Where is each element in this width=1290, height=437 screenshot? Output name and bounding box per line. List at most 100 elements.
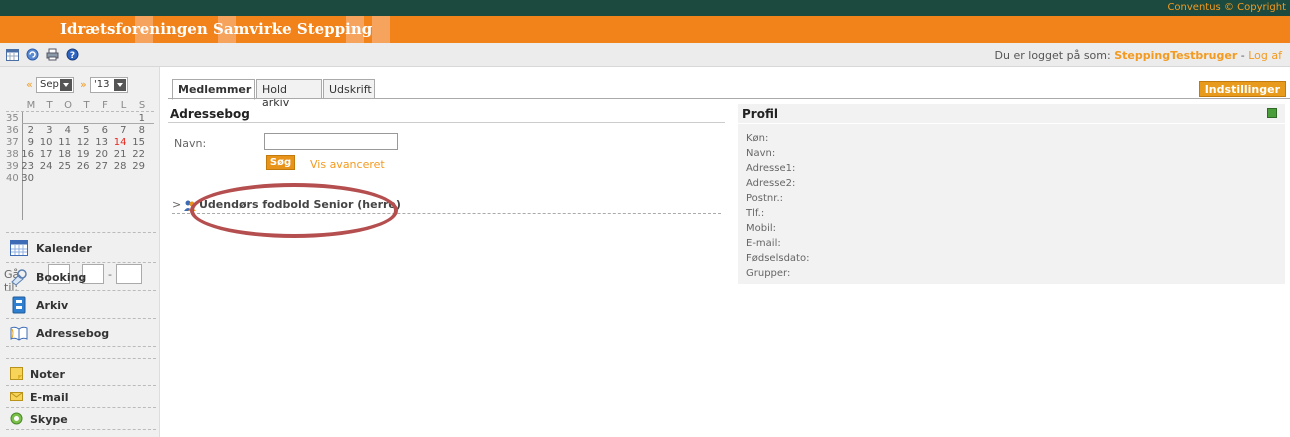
week-number: 40	[6, 173, 19, 184]
profile-field-phone: Tlf.:	[746, 208, 765, 219]
nav-item-booking[interactable]: Booking	[0, 264, 160, 290]
calendar-day[interactable]: 18	[57, 149, 71, 160]
profile-field-birthdate: Fødselsdato:	[746, 253, 810, 264]
month-select-value: Sep	[40, 79, 59, 90]
name-search-input[interactable]	[264, 133, 398, 150]
print-icon[interactable]	[46, 48, 59, 61]
week-number: 37	[6, 137, 19, 148]
calendar-day[interactable]: 13	[94, 137, 108, 148]
profile-field-address2: Adresse2:	[746, 178, 796, 189]
calendar-day[interactable]: 23	[20, 161, 34, 172]
calendar-day[interactable]: 14	[113, 137, 127, 148]
calendar-day[interactable]: 28	[113, 161, 127, 172]
show-advanced-link[interactable]: Vis avanceret	[310, 158, 385, 171]
month-select[interactable]: Sep	[36, 77, 74, 93]
settings-button[interactable]: Indstillinger	[1198, 81, 1286, 97]
nav-item-label: Noter	[30, 368, 65, 381]
divider	[6, 358, 156, 359]
svg-text:?: ?	[70, 51, 75, 61]
booking-icon	[11, 269, 27, 286]
tab-medlemmer[interactable]: Medlemmer	[172, 79, 255, 100]
prev-month-arrow[interactable]: «	[26, 78, 33, 91]
tab-underline	[168, 98, 1290, 99]
divider	[6, 429, 156, 430]
profile-status-icon[interactable]	[1267, 108, 1277, 118]
chevron-down-icon	[60, 79, 72, 91]
nav-item-arkiv[interactable]: Arkiv	[0, 292, 160, 318]
profile-field-postcode: Postnr.:	[746, 193, 784, 204]
search-button[interactable]: Søg	[266, 155, 295, 170]
calendar-day[interactable]: 4	[57, 125, 71, 136]
nav-item-label: Kalender	[36, 242, 92, 255]
calendar-day[interactable]: 26	[76, 161, 90, 172]
calendar-day[interactable]: 20	[94, 149, 108, 160]
week-number: 36	[6, 125, 19, 136]
tab-udskrift[interactable]: Udskrift	[323, 79, 375, 99]
nav-item-noter[interactable]: Noter	[0, 363, 160, 383]
calendar-day[interactable]: 3	[39, 125, 52, 136]
note-icon	[10, 367, 23, 380]
name-label: Navn:	[174, 137, 207, 150]
app-header: Idrætsforeningen Samvirke Stepping	[0, 16, 1290, 43]
help-icon[interactable]: ?	[66, 48, 79, 61]
profile-field-email: E-mail:	[746, 238, 781, 249]
sidebar: « Sep » '13 M T O T F L S 35 1 36 2 3 4 5 6 7 8 37 9 10 11 12…	[0, 67, 160, 437]
calendar-day[interactable]: 30	[20, 173, 34, 184]
calendar-day[interactable]: 29	[131, 161, 145, 172]
day-header: F	[102, 100, 108, 111]
year-select[interactable]: '13	[90, 77, 128, 93]
day-header: S	[138, 100, 146, 111]
addressbook-divider	[168, 122, 725, 123]
divider	[6, 318, 156, 319]
calendar-day[interactable]: 16	[20, 149, 34, 160]
calendar-day-header: MTOTFLS	[6, 100, 154, 112]
calendar-day[interactable]: 21	[113, 149, 127, 160]
nav-item-kalender[interactable]: Kalender	[0, 235, 160, 261]
chevron-down-icon	[114, 79, 126, 91]
calendar-day[interactable]: 2	[20, 125, 34, 136]
nav-item-label: Adressebog	[36, 327, 110, 340]
nav-item-label: E-mail	[30, 391, 69, 404]
nav-item-label: Booking	[36, 271, 87, 284]
calendar-day[interactable]: 22	[131, 149, 145, 160]
nav-item-email[interactable]: E-mail	[0, 386, 160, 406]
profile-title: Profil	[742, 107, 778, 121]
calendar-day[interactable]: 12	[76, 137, 90, 148]
expand-chevron-icon[interactable]: >	[172, 198, 181, 211]
calendar-day[interactable]: 8	[131, 125, 145, 136]
calendar-day[interactable]: 10	[39, 137, 53, 148]
profile-divider	[738, 123, 1285, 124]
refresh-icon[interactable]	[26, 48, 39, 61]
nav-item-label: Arkiv	[36, 299, 69, 312]
calendar-day[interactable]: 6	[94, 125, 108, 136]
profile-field-gender: Køn:	[746, 133, 769, 144]
nav-item-skype[interactable]: Skype	[0, 408, 160, 428]
calendar-day[interactable]: 1	[131, 113, 145, 124]
calendar-day[interactable]: 19	[76, 149, 90, 160]
next-month-arrow[interactable]: »	[80, 78, 87, 91]
calendar-day[interactable]: 15	[131, 137, 145, 148]
nav-item-adressebog[interactable]: Adressebog	[0, 320, 160, 346]
tab-hold-arkiv[interactable]: Hold arkiv	[256, 79, 322, 109]
copyright-link[interactable]: Conventus © Copyright	[1167, 2, 1286, 13]
calendar-icon	[10, 240, 28, 256]
addressbook-icon	[10, 326, 28, 341]
week-number: 35	[6, 113, 19, 124]
calendar-icon[interactable]	[6, 48, 19, 61]
calendar-day[interactable]: 5	[76, 125, 89, 136]
username-link[interactable]: SteppingTestbruger	[1114, 49, 1237, 62]
calendar-day[interactable]: 27	[94, 161, 108, 172]
calendar-day[interactable]: 7	[113, 125, 126, 136]
calendar-day[interactable]: 25	[57, 161, 71, 172]
week-number: 38	[6, 149, 19, 160]
calendar-day[interactable]: 9	[20, 137, 34, 148]
calendar-day[interactable]: 11	[57, 137, 71, 148]
logout-link[interactable]: Log af	[1248, 49, 1282, 62]
profile-field-address1: Adresse1:	[746, 163, 796, 174]
calendar-day[interactable]: 17	[39, 149, 53, 160]
day-header: M	[26, 100, 36, 111]
skype-icon	[10, 412, 23, 425]
addressbook-title: Adressebog	[170, 107, 250, 121]
calendar-day[interactable]: 24	[39, 161, 53, 172]
day-header: T	[83, 100, 90, 111]
